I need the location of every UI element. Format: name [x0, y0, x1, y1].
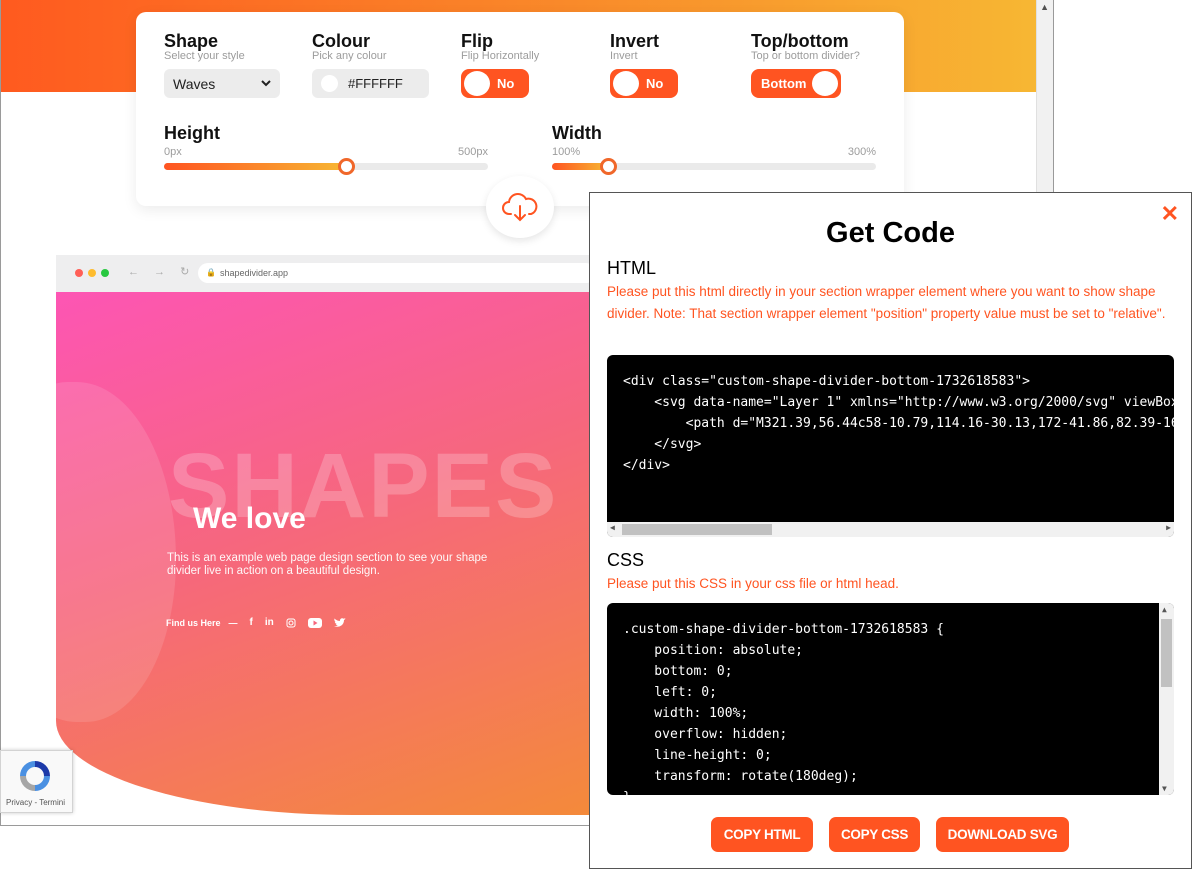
width-thumb[interactable]	[600, 158, 617, 175]
scroll-left-arrow-icon[interactable]: ◀	[610, 523, 615, 532]
window-maximize-dot	[101, 269, 109, 277]
toggle-knob	[464, 71, 490, 96]
position-toggle-state: Bottom	[761, 76, 807, 91]
html-code-block[interactable]: <div class="custom-shape-divider-bottom-…	[607, 355, 1174, 537]
shape-sublabel: Select your style	[164, 50, 245, 62]
colour-picker[interactable]: #FFFFFF	[312, 69, 429, 98]
height-slider: Height 0px 500px	[164, 123, 488, 175]
css-heading: CSS	[607, 550, 645, 570]
flip-sublabel: Flip Horizontally	[461, 50, 540, 62]
invert-toggle-state: No	[646, 76, 664, 91]
html-code-scroll-thumb[interactable]	[622, 524, 772, 535]
mockup-toolbar: ← → ↻ 🔒 shapedivider.app	[56, 255, 596, 292]
height-fill	[164, 163, 345, 170]
copy-html-button[interactable]: COPY HTML	[711, 817, 813, 852]
width-slider: Width 100% 300%	[552, 123, 876, 175]
invert-control: Invert Invert No	[610, 31, 678, 98]
lock-icon: 🔒	[206, 268, 216, 277]
css-code-text: .custom-shape-divider-bottom-1732618583 …	[623, 622, 944, 795]
scroll-up-arrow-icon[interactable]: ▲	[1040, 2, 1049, 12]
shape-label: Shape	[164, 31, 219, 51]
recaptcha-links[interactable]: Privacy - Termini	[6, 798, 65, 807]
height-track[interactable]	[164, 158, 488, 175]
recaptcha-icon	[20, 761, 50, 791]
preview-social-row: Find us Here — f in	[166, 617, 346, 628]
scroll-down-arrow-icon[interactable]: ▼	[1162, 784, 1167, 793]
preview-description: This is an example web page design secti…	[167, 552, 488, 577]
flip-label: Flip	[461, 31, 493, 51]
css-code-block[interactable]: .custom-shape-divider-bottom-1732618583 …	[607, 603, 1174, 795]
download-svg-button[interactable]: DOWNLOAD SVG	[936, 817, 1069, 852]
decorative-blob	[56, 382, 176, 722]
copy-css-button[interactable]: COPY CSS	[829, 817, 920, 852]
toggle-knob	[613, 71, 639, 96]
preview-browser-mockup: ← → ↻ 🔒 shapedivider.app SHAPES We love …	[56, 255, 596, 815]
window-close-dot	[75, 269, 83, 277]
colour-sublabel: Pick any colour	[312, 50, 387, 62]
mockup-address-bar: 🔒 shapedivider.app	[198, 263, 596, 283]
height-min: 0px	[164, 146, 182, 158]
toggle-knob	[812, 71, 838, 96]
width-label: Width	[552, 123, 602, 143]
invert-sublabel: Invert	[610, 50, 638, 62]
invert-label: Invert	[610, 31, 660, 51]
download-button[interactable]	[486, 176, 554, 238]
instagram-icon	[286, 618, 296, 627]
twitter-icon	[333, 617, 346, 627]
find-us-dash: —	[228, 617, 238, 628]
colour-label: Colour	[312, 31, 370, 51]
flip-control: Flip Flip Horizontally No	[461, 31, 539, 98]
width-max: 300%	[847, 146, 876, 158]
colour-control: Colour Pick any colour #FFFFFF	[312, 31, 429, 98]
html-code-text: <div class="custom-shape-divider-bottom-…	[623, 374, 1174, 473]
flip-toggle-state: No	[497, 76, 515, 91]
position-label: Top/bottom	[751, 31, 849, 51]
width-fill	[552, 163, 607, 170]
position-sublabel: Top or bottom divider?	[751, 50, 860, 62]
height-max: 500px	[458, 146, 488, 158]
height-label: Height	[164, 123, 220, 143]
preview-hero: SHAPES We love This is an example web pa…	[56, 292, 596, 815]
nav-arrows-icon: ← → ↻	[128, 266, 196, 278]
css-code-scroll-thumb[interactable]	[1161, 619, 1172, 687]
modal-title: Get Code	[826, 217, 955, 249]
position-control: Top/bottom Top or bottom divider? Bottom	[751, 31, 860, 98]
html-note: Please put this html directly in your se…	[607, 284, 1166, 321]
position-toggle[interactable]: Bottom	[751, 69, 841, 98]
html-heading: HTML	[607, 258, 656, 278]
css-code-vscrollbar[interactable]: ▲ ▼	[1159, 603, 1174, 795]
find-us-label: Find us Here	[166, 617, 221, 628]
facebook-icon: f	[249, 617, 253, 628]
scroll-right-arrow-icon[interactable]: ▶	[1166, 523, 1171, 532]
get-code-modal: ✕ Get Code HTML Please put this html dir…	[589, 192, 1192, 869]
shape-select[interactable]: Waves	[164, 69, 280, 98]
recaptcha-badge[interactable]: Privacy - Termini	[0, 750, 73, 813]
mockup-url: shapedivider.app	[220, 268, 289, 278]
window-minimize-dot	[88, 269, 96, 277]
chevron-down-icon	[261, 80, 271, 87]
invert-toggle[interactable]: No	[610, 69, 678, 98]
linkedin-icon: in	[264, 617, 274, 628]
flip-toggle[interactable]: No	[461, 69, 529, 98]
preview-headline: We love	[193, 502, 306, 535]
colour-swatch[interactable]	[321, 75, 338, 92]
scroll-up-arrow-icon[interactable]: ▲	[1162, 605, 1167, 614]
html-code-hscrollbar[interactable]: ◀ ▶	[607, 522, 1174, 537]
youtube-icon	[307, 617, 322, 628]
shape-control: Shape Select your style Waves	[164, 31, 280, 98]
shape-select-value: Waves	[173, 75, 216, 92]
colour-value: #FFFFFF	[348, 76, 403, 91]
height-thumb[interactable]	[338, 158, 355, 175]
cloud-download-icon	[502, 193, 538, 222]
width-min: 100%	[552, 146, 581, 158]
width-track[interactable]	[552, 158, 876, 175]
css-note: Please put this CSS in your css file or …	[607, 576, 899, 591]
